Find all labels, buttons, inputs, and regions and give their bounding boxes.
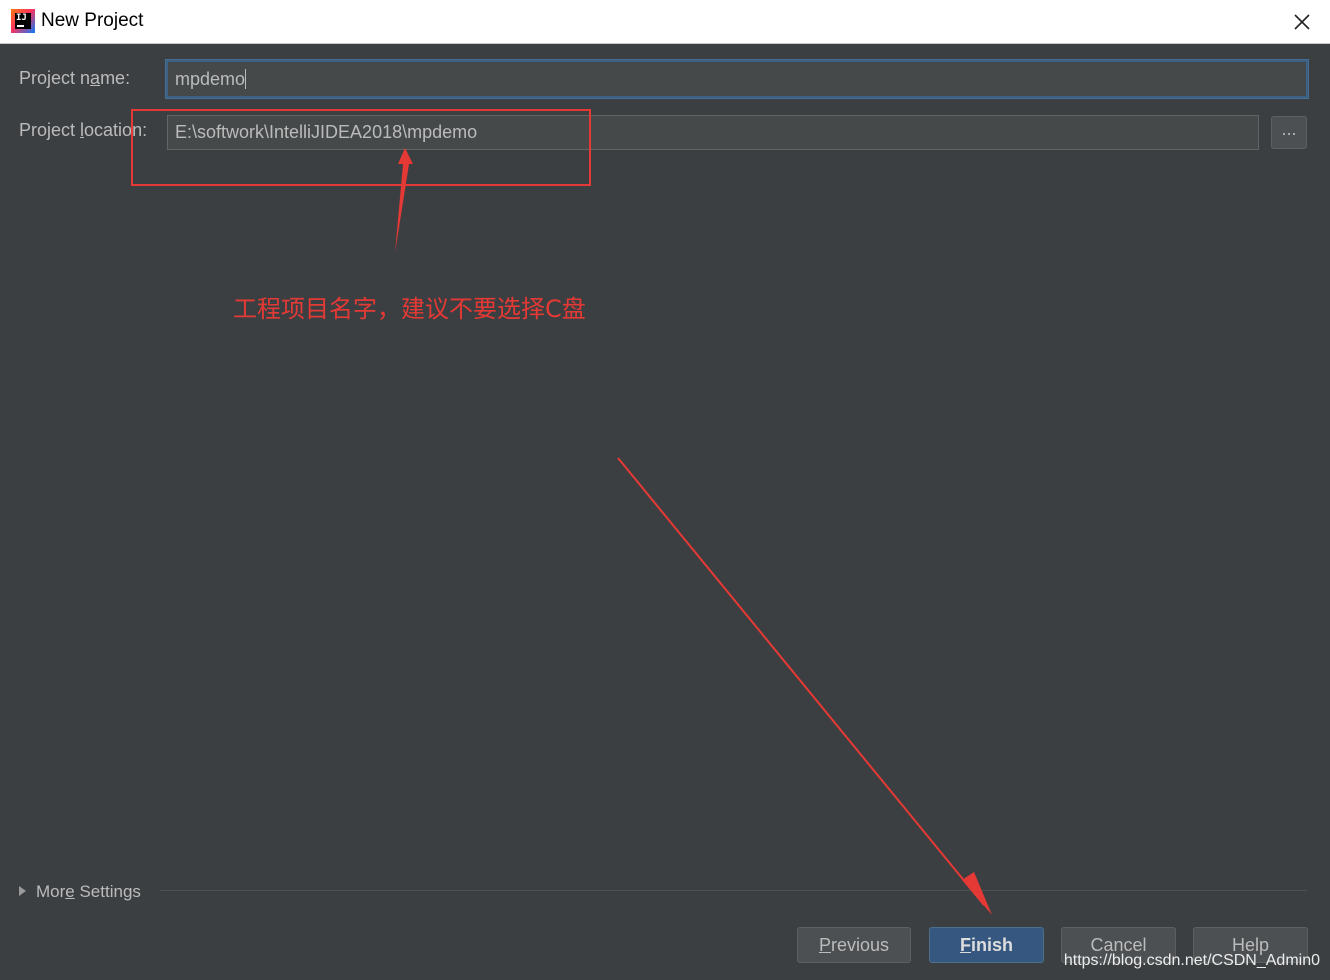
annotation-arrow-up	[395, 148, 413, 253]
watermark-text: https://blog.csdn.net/CSDN_Admin0	[1063, 952, 1320, 969]
annotation-arrow-diagonal-head	[962, 872, 992, 915]
annotation-arrow-diagonal-shaft	[617, 457, 985, 906]
annotation-arrows	[395, 148, 992, 915]
